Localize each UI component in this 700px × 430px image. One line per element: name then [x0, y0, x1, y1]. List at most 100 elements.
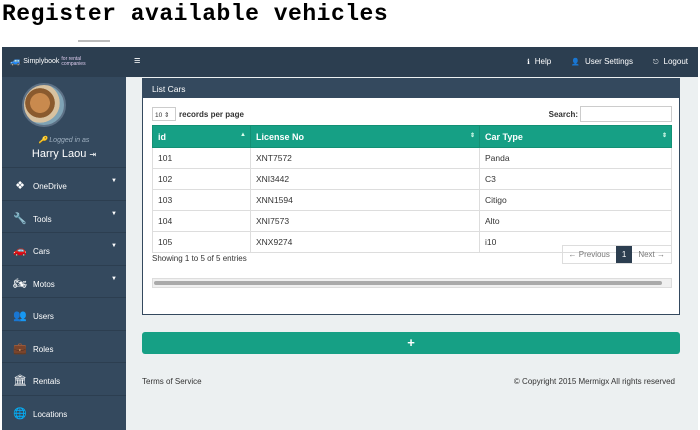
panel-title: List Cars [143, 79, 679, 98]
avatar [22, 83, 66, 127]
profile-block: 🔑 Logged in as Harry Laou ⇥ [2, 77, 126, 167]
caption-divider [78, 40, 110, 42]
users-icon: 👥 [13, 310, 27, 323]
help-link[interactable]: ℹ Help [527, 57, 551, 67]
column-header-license[interactable]: License No ⇕ [250, 125, 480, 148]
page-length-label: records per page [179, 109, 244, 119]
table-footer: Showing 1 to 5 of 5 entries ← Previous 1… [152, 245, 672, 269]
search-label: Search: [548, 109, 578, 119]
table-body: 101 XNT7572 Panda 102 XNI3442 C3 103 XNN1594 Cit… [152, 147, 672, 253]
table-cell: XNT7572 [250, 147, 480, 169]
car-icon: 🚗 [13, 245, 27, 258]
search-input[interactable] [580, 106, 672, 122]
car-logo-icon: 🚙 [10, 56, 22, 66]
table-cell: Citigo [479, 189, 672, 211]
sidebar-item-label: Cars [33, 247, 50, 257]
sidebar-item-label: Motos [33, 279, 55, 289]
table-cell: XNX9274 [250, 231, 480, 253]
sidebar-item-label: Users [33, 312, 54, 322]
table-row[interactable]: 101 XNT7572 Panda [152, 147, 672, 169]
top-nav-links: ℹ Help 👤 User Settings ⎋ Logout [527, 57, 688, 67]
user-settings-link[interactable]: 👤 User Settings [571, 57, 633, 67]
table-cell: Panda [479, 147, 672, 169]
sidebar-item-onedrive[interactable]: ❖ OneDrive ▼ [2, 167, 126, 200]
sidebar-item-label: Tools [33, 214, 52, 224]
signout-icon[interactable]: ⇥ [89, 150, 96, 159]
sidebar-menu: ❖ OneDrive ▼ 🔧 Tools ▼ 🚗 Cars ▼ 🏍 Motos ▼ 👥 Users 💼 Rol… [2, 167, 126, 427]
table-row[interactable]: 104 XNI7573 Alto [152, 210, 672, 232]
sidebar-item-tools[interactable]: 🔧 Tools ▼ [2, 199, 126, 233]
caret-down-icon: ▼ [111, 243, 117, 249]
cars-table: id ▲ License No ⇕ Car Type ⇕ 101 XNT7572 Pand… [152, 125, 672, 253]
logo-subtext: for rental companies [61, 55, 86, 67]
column-header-car-type[interactable]: Car Type ⇕ [479, 125, 672, 148]
table-cell: 105 [152, 231, 251, 253]
pager-page-1-button[interactable]: 1 [615, 246, 633, 263]
sidebar-item-label: Roles [33, 344, 54, 354]
app-window: 🚙 Simplybook for rental companies ≡ ℹ Hel… [2, 47, 698, 430]
logged-in-label: 🔑 Logged in as [38, 137, 90, 144]
sort-icon: ⇕ [661, 133, 667, 139]
entries-info: Showing 1 to 5 of 5 entries [152, 254, 247, 263]
scrollbar-thumb[interactable] [154, 281, 662, 285]
column-header-id[interactable]: id ▲ [152, 125, 251, 148]
horizontal-scrollbar[interactable] [152, 278, 672, 288]
terms-link[interactable]: Terms of Service [142, 377, 202, 386]
logo-text: Simplybook [23, 58, 60, 65]
sidebar-item-motos[interactable]: 🏍 Motos ▼ [2, 264, 126, 298]
sidebar-item-label: Locations [33, 409, 68, 419]
pagination: ← Previous 1 Next → [561, 245, 672, 264]
logout-label: Logout [663, 57, 688, 66]
table-cell: 104 [152, 210, 251, 232]
table-cell: XNI7573 [250, 210, 480, 232]
pager-next-button[interactable]: Next → [632, 246, 671, 263]
caret-down-icon: ▼ [111, 210, 117, 217]
user-settings-label: User Settings [584, 57, 633, 66]
table-cell: C3 [479, 168, 672, 190]
table-cell: 101 [152, 147, 251, 169]
add-car-button[interactable]: + [142, 332, 680, 354]
sort-icon: ⇕ [469, 133, 475, 139]
table-controls: 10 ⇕ records per page Search: [143, 98, 679, 124]
top-navbar: 🚙 Simplybook for rental companies ≡ ℹ Hel… [2, 47, 698, 77]
help-label: Help [534, 57, 552, 66]
list-cars-panel: List Cars 10 ⇕ records per page Search: … [142, 78, 680, 315]
table-header-row: id ▲ License No ⇕ Car Type ⇕ [152, 125, 672, 148]
key-icon: 🔑 [38, 137, 50, 144]
table-cell: XNI3442 [250, 168, 480, 190]
wrench-icon: 🔧 [13, 212, 27, 225]
caret-down-icon: ▼ [111, 178, 117, 184]
caret-down-icon: ▼ [111, 275, 117, 282]
sidebar-item-cars[interactable]: 🚗 Cars ▼ [2, 232, 126, 265]
page-length-select[interactable]: 10 ⇕ [152, 107, 176, 121]
sort-asc-icon: ▲ [240, 132, 246, 138]
search-control: Search: [549, 106, 672, 122]
table-row[interactable]: 102 XNI3442 C3 [152, 168, 672, 190]
user-name[interactable]: Harry Laou ⇥ [2, 148, 126, 160]
sidebar-item-label: OneDrive [33, 182, 67, 192]
briefcase-icon: 💼 [13, 342, 27, 355]
pager-previous-button[interactable]: ← Previous [563, 246, 616, 263]
sidebar: 🔑 Logged in as Harry Laou ⇥ ❖ OneDrive ▼ 🔧 T… [2, 77, 126, 430]
page-caption: Register available vehicles [2, 1, 389, 27]
table-cell: Alto [479, 210, 672, 232]
page-length-control: 10 ⇕ records per page [152, 107, 244, 121]
sidebar-item-users[interactable]: 👥 Users [2, 297, 126, 330]
table-cell: 103 [152, 189, 251, 211]
info-icon: ℹ [527, 59, 530, 66]
sidebar-item-roles[interactable]: 💼 Roles [2, 329, 126, 363]
table-cell: 102 [152, 168, 251, 190]
globe-icon: 🌐 [13, 407, 27, 420]
logout-icon: ⎋ [652, 59, 659, 66]
logout-link[interactable]: ⎋ Logout [653, 57, 688, 67]
motorcycle-icon: 🏍 [13, 277, 27, 290]
sidebar-item-rentals[interactable]: 🏛 Rentals [2, 362, 126, 395]
menu-toggle-icon[interactable]: ≡ [134, 55, 140, 67]
sidebar-item-locations[interactable]: 🌐 Locations [2, 394, 126, 428]
dropbox-icon: ❖ [15, 180, 25, 193]
table-row[interactable]: 103 XNN1594 Citigo [152, 189, 672, 211]
copyright-text: © Copyright 2015 Mermigx All rights rese… [513, 377, 675, 386]
bank-icon: 🏛 [13, 375, 27, 388]
app-logo[interactable]: 🚙 Simplybook for rental companies [10, 56, 91, 67]
table-cell: XNN1594 [250, 189, 480, 211]
